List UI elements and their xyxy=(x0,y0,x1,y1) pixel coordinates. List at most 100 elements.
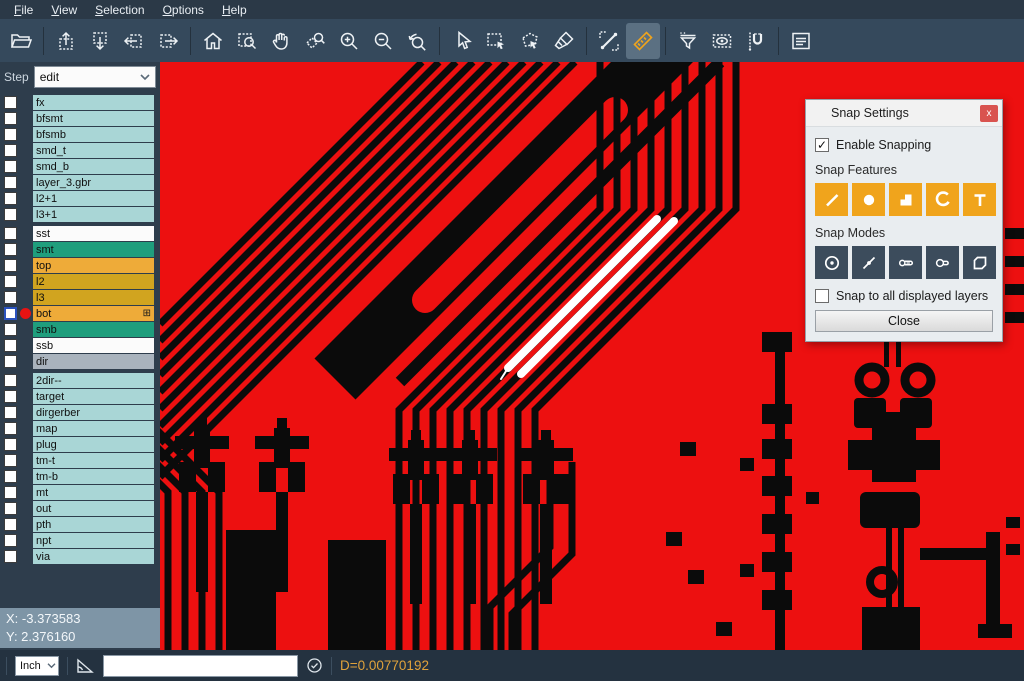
tool-send-left[interactable] xyxy=(117,23,151,59)
tool-zoom-out[interactable] xyxy=(366,23,400,59)
snap-mode-vertex-button[interactable] xyxy=(963,246,996,279)
layer-name-cell[interactable]: bfsmb xyxy=(33,127,154,142)
layer-name-cell[interactable]: npt xyxy=(33,533,154,548)
tool-send-right[interactable] xyxy=(151,23,185,59)
layer-name-cell[interactable]: pth xyxy=(33,517,154,532)
layer-visibility-checkbox[interactable] xyxy=(4,454,17,467)
layer-visibility-checkbox[interactable] xyxy=(4,176,17,189)
tool-send-down[interactable] xyxy=(83,23,117,59)
layer-visibility-checkbox[interactable] xyxy=(4,192,17,205)
snap-mode-pad-exit-button[interactable] xyxy=(926,246,959,279)
menu-file[interactable]: File xyxy=(5,3,42,17)
tool-send-up[interactable] xyxy=(49,23,83,59)
snap-feature-line-button[interactable] xyxy=(815,183,848,216)
tool-select-cursor[interactable] xyxy=(445,23,479,59)
angle-measure-icon[interactable] xyxy=(76,658,95,674)
tool-zoom-object[interactable] xyxy=(298,23,332,59)
layer-visibility-checkbox[interactable] xyxy=(4,406,17,419)
layer-visibility-checkbox[interactable] xyxy=(4,355,17,368)
tool-view-area[interactable] xyxy=(705,23,739,59)
all-layers-checkbox[interactable] xyxy=(815,289,829,303)
snap-feature-pad-button[interactable] xyxy=(852,183,885,216)
layer-visibility-checkbox[interactable] xyxy=(4,374,17,387)
tool-layers-panel[interactable] xyxy=(784,23,818,59)
layer-name-cell[interactable]: tm-b xyxy=(33,469,154,484)
layer-name-cell[interactable]: plug xyxy=(33,437,154,452)
refresh-check-icon[interactable] xyxy=(306,657,323,674)
layer-name-cell[interactable]: layer_3.gbr xyxy=(33,175,154,190)
dialog-close-icon[interactable]: x xyxy=(980,105,998,122)
snap-feature-arc-button[interactable] xyxy=(926,183,959,216)
layer-visibility-checkbox[interactable] xyxy=(4,438,17,451)
layer-visibility-checkbox[interactable] xyxy=(4,534,17,547)
layer-visibility-checkbox[interactable] xyxy=(4,422,17,435)
layer-name-cell[interactable]: ssb xyxy=(33,338,154,353)
layer-visibility-checkbox[interactable] xyxy=(4,323,17,336)
layer-visibility-checkbox[interactable] xyxy=(4,470,17,483)
layer-name-cell[interactable]: top xyxy=(33,258,154,273)
tool-clean-brush[interactable] xyxy=(547,23,581,59)
layer-visibility-checkbox[interactable] xyxy=(4,208,17,221)
layer-name-cell[interactable]: l2 xyxy=(33,274,154,289)
layer-visibility-checkbox[interactable] xyxy=(4,550,17,563)
layer-visibility-checkbox[interactable] xyxy=(4,227,17,240)
dialog-title-bar[interactable]: Snap Settings x xyxy=(806,100,1002,127)
layer-visibility-checkbox[interactable] xyxy=(4,518,17,531)
layer-visibility-checkbox[interactable] xyxy=(4,112,17,125)
layer-visibility-checkbox[interactable] xyxy=(4,96,17,109)
tool-select-rectangle[interactable] xyxy=(479,23,513,59)
layer-name-cell[interactable]: fx xyxy=(33,95,154,110)
layer-name-cell[interactable]: l2+1 xyxy=(33,191,154,206)
layer-visibility-checkbox[interactable] xyxy=(4,259,17,272)
layer-visibility-checkbox[interactable] xyxy=(4,160,17,173)
unit-combobox[interactable]: Inch xyxy=(15,656,59,676)
tool-select-polygon[interactable] xyxy=(513,23,547,59)
layer-name-cell[interactable]: l3+1 xyxy=(33,207,154,222)
menu-options[interactable]: Options xyxy=(154,3,213,17)
menu-help[interactable]: Help xyxy=(213,3,256,17)
tool-home-view[interactable] xyxy=(196,23,230,59)
layer-visibility-checkbox[interactable] xyxy=(4,486,17,499)
layer-visibility-checkbox[interactable] xyxy=(4,144,17,157)
layer-visibility-checkbox[interactable] xyxy=(4,275,17,288)
tool-zoom-window[interactable] xyxy=(230,23,264,59)
layer-visibility-checkbox[interactable] xyxy=(4,128,17,141)
layer-name-cell[interactable]: via xyxy=(33,549,154,564)
layer-visibility-checkbox[interactable] xyxy=(4,243,17,256)
layer-visibility-checkbox[interactable] xyxy=(4,307,17,320)
snap-mode-center-button[interactable] xyxy=(815,246,848,279)
snap-feature-text-button[interactable] xyxy=(963,183,996,216)
layer-name-cell[interactable]: smd_b xyxy=(33,159,154,174)
layer-name-cell[interactable]: 2dir-- xyxy=(33,373,154,388)
close-button[interactable]: Close xyxy=(815,310,993,332)
layer-name-cell[interactable]: bot⊞ xyxy=(33,306,154,321)
step-combobox[interactable]: edit xyxy=(34,66,156,88)
tool-pan-hand[interactable] xyxy=(264,23,298,59)
tool-measure-ruler[interactable] xyxy=(626,23,660,59)
tool-snap-magnet[interactable] xyxy=(739,23,773,59)
measure-value-input[interactable] xyxy=(103,655,298,677)
layer-name-cell[interactable]: smd_t xyxy=(33,143,154,158)
layer-name-cell[interactable]: map xyxy=(33,421,154,436)
layer-name-cell[interactable]: sst xyxy=(33,226,154,241)
pcb-canvas[interactable]: Snap Settings x ✓ Enable Snapping Snap F… xyxy=(160,62,1024,650)
layer-name-cell[interactable]: dirgerber xyxy=(33,405,154,420)
tool-open-folder[interactable] xyxy=(4,23,38,59)
enable-snapping-checkbox[interactable]: ✓ xyxy=(815,138,829,152)
layer-name-cell[interactable]: smb xyxy=(33,322,154,337)
snap-mode-midpoint-button[interactable] xyxy=(852,246,885,279)
layer-name-cell[interactable]: out xyxy=(33,501,154,516)
snap-feature-surface-button[interactable] xyxy=(889,183,922,216)
snap-mode-pad-entry-button[interactable] xyxy=(889,246,922,279)
tool-zoom-in[interactable] xyxy=(332,23,366,59)
menu-view[interactable]: View xyxy=(42,3,86,17)
tool-filter[interactable] xyxy=(671,23,705,59)
tool-measure-point-to-point[interactable] xyxy=(592,23,626,59)
layer-name-cell[interactable]: smt xyxy=(33,242,154,257)
layer-name-cell[interactable]: dir xyxy=(33,354,154,369)
layer-name-cell[interactable]: l3 xyxy=(33,290,154,305)
menu-selection[interactable]: Selection xyxy=(86,3,153,17)
layer-visibility-checkbox[interactable] xyxy=(4,339,17,352)
layer-name-cell[interactable]: bfsmt xyxy=(33,111,154,126)
layer-visibility-checkbox[interactable] xyxy=(4,291,17,304)
